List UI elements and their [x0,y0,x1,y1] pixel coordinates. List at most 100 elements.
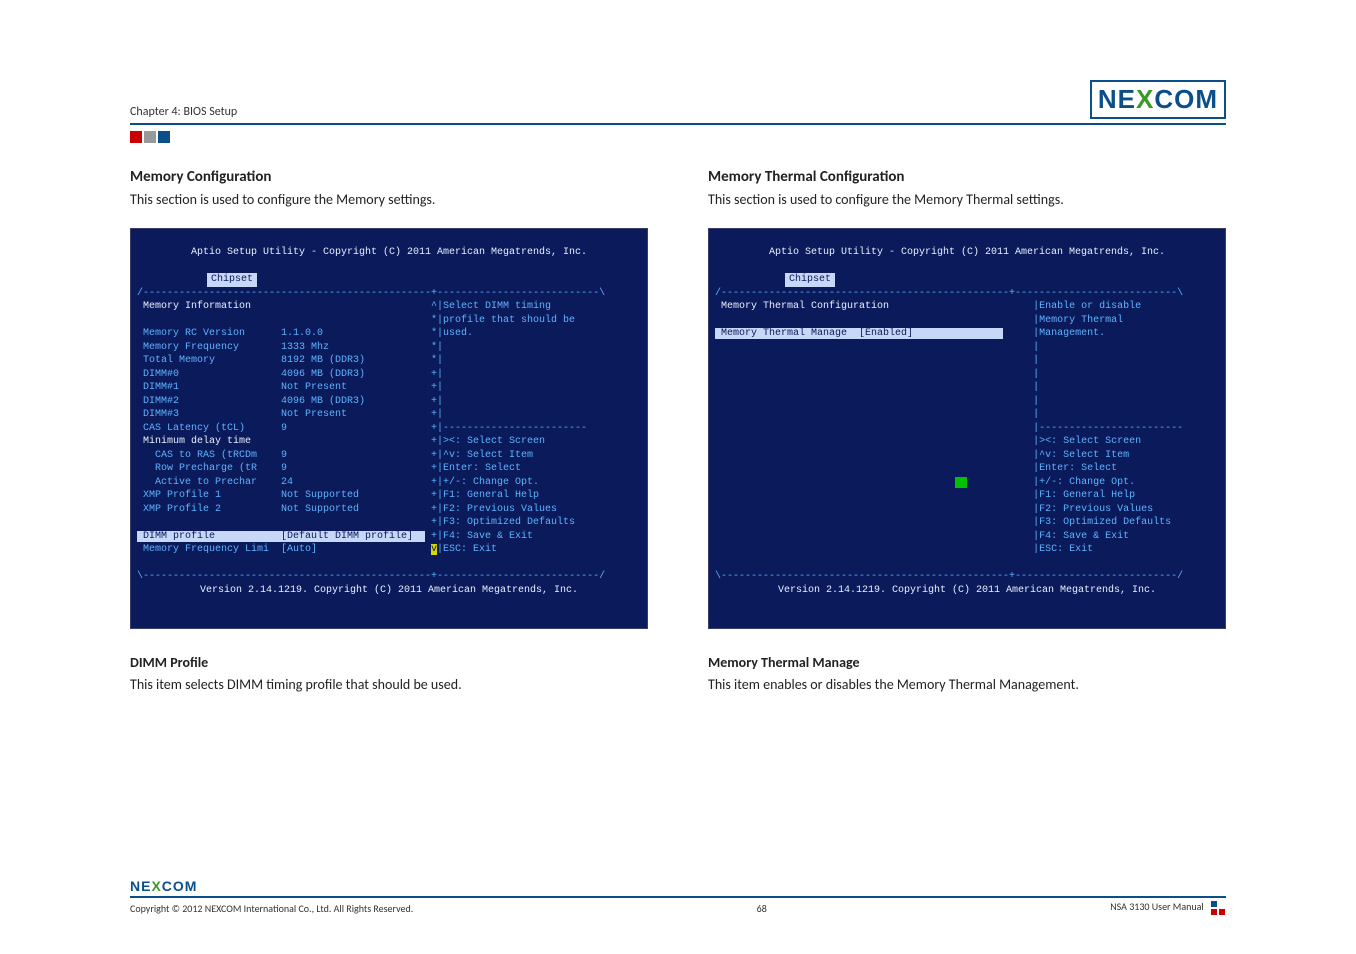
bios-left-pane: Memory Thermal Configuration Memory Ther… [715,300,1033,557]
brand-part-right: COM [1154,84,1218,114]
bios-help-row: |F3: Optimized Defaults [1033,516,1219,530]
bios-row [715,476,1033,490]
bios-divider: \---------------------------------------… [137,571,605,582]
bios-row: Minimum delay time [137,435,431,449]
bios-row [715,368,1033,382]
bios-row [715,422,1033,436]
bios-row: Total Memory 8192 MB (DDR3) [137,354,431,368]
bios-divider: /---------------------------------------… [715,288,1183,299]
memory-thermal-desc: This section is used to configure the Me… [708,190,1226,210]
bios-divider: /---------------------------------------… [137,288,605,299]
bios-row: DIMM#0 4096 MB (DDR3) [137,368,431,382]
bios-help-row: *| [431,341,641,355]
bios-body: Memory Thermal Configuration Memory Ther… [715,300,1219,557]
page-number: 68 [413,902,1110,915]
bios-screenshot-memory-thermal: Aptio Setup Utility - Copyright (C) 2011… [708,228,1226,630]
bios-row: DIMM profile [Default DIMM profile] [137,530,431,544]
bios-help-row: +|F2: Previous Values [431,503,641,517]
memory-thermal-title: Memory Thermal Configuration [708,168,1226,186]
brand-part-right: COM [162,878,198,894]
bios-help-row: *|used. [431,327,641,341]
bios-top: Aptio Setup Utility - Copyright (C) 2011… [715,246,1219,260]
bios-help-row: +| [431,408,641,422]
bios-row [715,408,1033,422]
bios-help-row: | [1033,341,1219,355]
bios-help-row: +|F4: Save & Exit [431,530,641,544]
chapter-label: Chapter 4: BIOS Setup [130,105,237,119]
left-column: Memory Configuration This section is use… [130,168,648,695]
bios-help-row: | [1033,381,1219,395]
bios-help-row: +|------------------------ [431,422,641,436]
header-rule [130,123,1226,125]
bios-help-row: |------------------------ [1033,422,1219,436]
bios-bottom: Version 2.14.1219. Copyright (C) 2011 Am… [715,584,1219,598]
bios-row: Row Precharge (tR 9 [137,462,431,476]
bios-row [715,435,1033,449]
bios-right-pane: ^|Select DIMM timing*|profile that shoul… [431,300,641,557]
memory-thermal-manage-desc: This item enables or disables the Memory… [708,675,1226,695]
bios-row: CAS to RAS (tRCDm 9 [137,449,431,463]
bios-row [715,341,1033,355]
bios-row [715,543,1033,557]
bios-row [715,314,1033,328]
bios-body: Memory Information Memory RC Version 1.1… [137,300,641,557]
bios-help-row: +|><: Select Screen [431,435,641,449]
bios-divider: \---------------------------------------… [715,571,1183,582]
bios-help-row: |+/-: Change Opt. [1033,476,1219,490]
bios-bottom: Version 2.14.1219. Copyright (C) 2011 Am… [137,584,641,598]
bios-row: Memory Thermal Configuration [715,300,1033,314]
bios-help-row: |Memory Thermal [1033,314,1219,328]
bios-help-row: +|F1: General Help [431,489,641,503]
bios-help-row: |ESC: Exit [1033,543,1219,557]
brand-part-left: NE [130,878,151,894]
bios-row [715,354,1033,368]
bios-help-row: |Enter: Select [1033,462,1219,476]
bios-help-row: +|F3: Optimized Defaults [431,516,641,530]
bios-row: Active to Prechar 24 [137,476,431,490]
footer-squares-icon [1210,900,1226,916]
bios-row [715,395,1033,409]
bios-help-row: |><: Select Screen [1033,435,1219,449]
bios-help-row: |Management. [1033,327,1219,341]
footer-manual: NSA 3130 User Manual [1110,900,1204,913]
bios-help-row: | [1033,395,1219,409]
footer-brand-logo: NEXCOM [130,878,197,894]
bios-help-row: v|ESC: Exit [431,543,641,557]
bios-right-pane: |Enable or disable|Memory Thermal|Manage… [1033,300,1219,557]
bios-row: CAS Latency (tCL) 9 [137,422,431,436]
bios-help-row: | [1033,408,1219,422]
bios-help-row: *| [431,354,641,368]
dimm-profile-desc: This item selects DIMM timing profile th… [130,675,648,695]
bios-help-row: *|profile that should be [431,314,641,328]
bios-help-row: ^|Select DIMM timing [431,300,641,314]
bios-help-row: |Enable or disable [1033,300,1219,314]
decorative-squares [130,131,1226,143]
bios-help-row: +|+/-: Change Opt. [431,476,641,490]
right-column: Memory Thermal Configuration This sectio… [708,168,1226,695]
bios-help-row: | [1033,368,1219,382]
bios-row [715,449,1033,463]
bios-help-row: |F4: Save & Exit [1033,530,1219,544]
square-icon [144,131,156,143]
footer-rule [130,896,1226,898]
memory-config-title: Memory Configuration [130,168,648,186]
bios-help-row: +|Enter: Select [431,462,641,476]
header: Chapter 4: BIOS Setup NEXCOM [130,80,1226,119]
bios-row [715,489,1033,503]
bios-row: DIMM#3 Not Present [137,408,431,422]
bios-row: XMP Profile 2 Not Supported [137,503,431,517]
square-icon [158,131,170,143]
bios-row: XMP Profile 1 Not Supported [137,489,431,503]
page-footer: NEXCOM Copyright © 2012 NEXCOM Internati… [130,877,1226,916]
bios-row [715,462,1033,476]
bios-row: Memory Frequency 1333 Mhz [137,341,431,355]
dimm-profile-title: DIMM Profile [130,654,648,671]
brand-part-mid: X [151,878,161,894]
bios-row [715,530,1033,544]
bios-help-row: +| [431,381,641,395]
bios-row [715,516,1033,530]
bios-row: DIMM#2 4096 MB (DDR3) [137,395,431,409]
bios-row: Memory Information [137,300,431,314]
bios-row: Memory Thermal Manage [Enabled] [715,327,1033,341]
footer-copyright: Copyright © 2012 NEXCOM International Co… [130,902,413,915]
